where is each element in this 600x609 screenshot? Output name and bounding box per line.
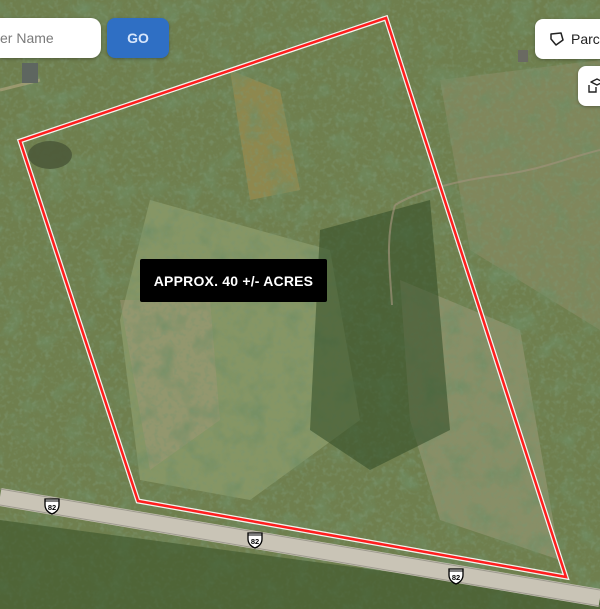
layers-button[interactable] <box>578 66 600 106</box>
satellite-imagery <box>0 0 600 609</box>
polygon-icon <box>549 31 565 47</box>
acreage-label: APPROX. 40 +/- ACRES <box>140 259 327 302</box>
route-number: 82 <box>250 536 260 546</box>
parcel-tool-label: Parce <box>571 31 600 47</box>
parcel-tool-button[interactable]: Parce <box>535 19 600 59</box>
map-view[interactable]: 82 82 82 APPROX. 40 +/- ACRES GO Parce <box>0 0 600 609</box>
go-button[interactable]: GO <box>107 18 169 58</box>
route-shield: 82 <box>43 497 61 515</box>
layers-icon <box>588 76 600 97</box>
route-number: 82 <box>451 572 461 582</box>
owner-name-search-input[interactable] <box>0 18 101 58</box>
route-shield: 82 <box>246 531 264 549</box>
route-number: 82 <box>47 502 57 512</box>
route-shield: 82 <box>447 567 465 585</box>
